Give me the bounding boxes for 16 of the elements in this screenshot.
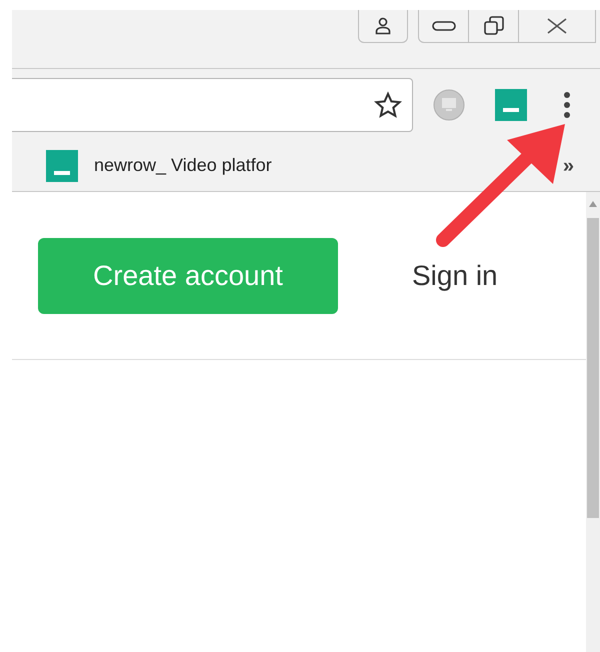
scroll-up-icon xyxy=(588,200,598,208)
more-bookmarks-button[interactable]: » xyxy=(562,150,574,180)
minimize-icon xyxy=(432,21,456,31)
extension-icon xyxy=(46,150,78,182)
menu-icon[interactable] xyxy=(563,90,571,118)
scrollbar-thumb[interactable] xyxy=(587,218,599,518)
bookmark[interactable]: newrow_ Video platfor xyxy=(46,150,272,182)
scrollbar[interactable] xyxy=(586,192,600,652)
extension-icon[interactable] xyxy=(495,88,527,120)
close-icon xyxy=(546,18,568,34)
sign-in-link[interactable]: Sign in xyxy=(412,254,498,296)
restore-icon xyxy=(484,16,504,36)
profile-button[interactable] xyxy=(358,10,408,43)
star-icon xyxy=(374,90,402,118)
person-icon xyxy=(375,17,391,35)
bookmark-label: newrow_ Video platfor xyxy=(94,154,272,177)
